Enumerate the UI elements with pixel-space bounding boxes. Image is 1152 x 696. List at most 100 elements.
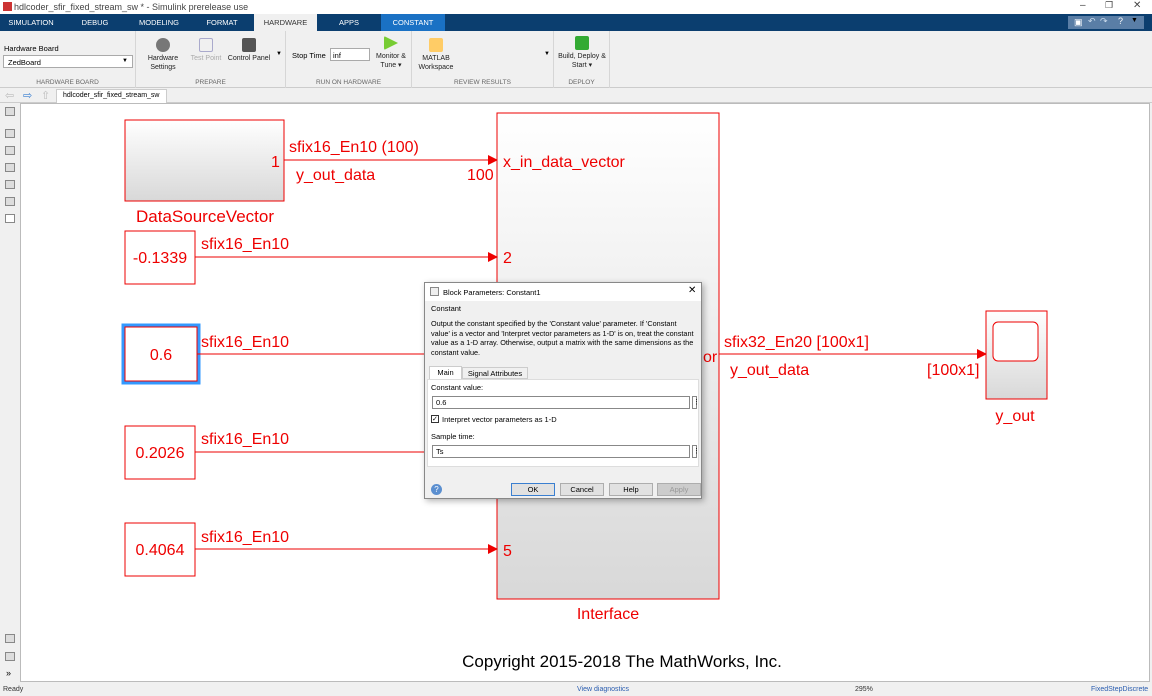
annotation-icon[interactable] (5, 180, 15, 189)
minimize-icon[interactable]: – (1080, 0, 1086, 11)
matlab-workspace-button[interactable]: MATLAB Workspace (416, 38, 456, 72)
workspace-icon (429, 38, 443, 52)
forward-icon[interactable]: ⇨ (23, 89, 32, 102)
block-name: Interface (577, 606, 639, 623)
block-name: DataSourceVector (136, 207, 274, 226)
view-diagnostics-link[interactable]: View diagnostics (577, 686, 629, 693)
hardware-board-value: ZedBoard (8, 58, 41, 67)
ok-button[interactable]: OK (511, 483, 555, 496)
gear-icon (156, 38, 170, 52)
expand-icon[interactable]: » (6, 668, 11, 678)
undo-icon[interactable]: ↶ (1088, 16, 1096, 27)
close-icon[interactable]: ✕ (1133, 0, 1141, 11)
solver-link[interactable]: FixedStepDiscrete (1091, 686, 1148, 693)
more-options-icon[interactable]: ⋮ (692, 396, 700, 409)
help-icon[interactable]: ? (431, 484, 442, 495)
chevron-down-icon[interactable]: ▼ (1131, 17, 1138, 24)
test-point-icon (199, 38, 213, 52)
screenshot-icon[interactable] (5, 634, 15, 643)
build-deploy-button[interactable]: Build, Deploy & Start ▾ (556, 36, 608, 70)
breadcrumb[interactable]: hdlcoder_sfir_fixed_stream_sw (56, 89, 167, 103)
tab-constant[interactable]: CONSTANT (381, 14, 445, 31)
dimension-label: 100 (467, 167, 494, 184)
chevron-down-icon[interactable]: ▼ (544, 51, 550, 57)
redo-icon[interactable]: ↷ (1100, 16, 1108, 27)
tab-modeling[interactable]: MODELING (128, 14, 190, 31)
chevron-down-icon[interactable]: ▼ (276, 51, 282, 57)
hide-icon[interactable] (5, 107, 15, 116)
help-button[interactable]: Help (609, 483, 653, 496)
control-panel-icon (242, 38, 256, 52)
signal-type-label: sfix16_En10 (201, 529, 289, 546)
tab-main[interactable]: Main (429, 366, 462, 379)
more-options-icon[interactable]: ⋮ (692, 445, 700, 458)
section-title: HARDWARE BOARD (36, 79, 99, 86)
control-panel-button[interactable]: Control Panel (226, 38, 272, 63)
constant-value-input[interactable]: 0.6 (432, 396, 690, 409)
hardware-settings-button[interactable]: Hardware Settings (140, 38, 186, 72)
tab-hardware[interactable]: HARDWARE (254, 14, 317, 31)
block-icon (430, 287, 439, 296)
button-label: Hardware Settings (147, 55, 179, 71)
back-icon[interactable]: ⇦ (5, 89, 14, 102)
constant-value: 0.6 (150, 347, 172, 364)
window-title: hdlcoder_sfir_fixed_stream_sw * - Simuli… (14, 2, 249, 12)
tab-panel: Constant value: 0.6 ⋮ ✓ Interpret vector… (427, 379, 700, 467)
zoom-icon[interactable] (5, 129, 15, 138)
restore-icon[interactable]: ❐ (1105, 0, 1113, 11)
cancel-button[interactable]: Cancel (560, 483, 604, 496)
signal-type-label: sfix16_En10 (201, 334, 289, 351)
dialog-title: Block Parameters: Constant1 (443, 288, 541, 297)
port-label: or (703, 349, 718, 366)
signal-name-label: y_out_data (296, 167, 375, 184)
stop-time-input[interactable]: inf (330, 48, 370, 61)
up-icon[interactable]: ⇧ (41, 89, 50, 102)
close-icon[interactable]: ✕ (688, 285, 696, 296)
section-hardware-board: Hardware Board ZedBoard ▼ HARDWARE BOARD (0, 31, 136, 88)
zoom-level: 295% (855, 686, 873, 693)
property-inspector-icon[interactable] (5, 652, 15, 661)
tab-debug[interactable]: DEBUG (62, 14, 128, 31)
title-bar: hdlcoder_sfir_fixed_stream_sw * - Simuli… (0, 0, 1152, 14)
save-icon[interactable]: ▣ (1074, 17, 1083, 28)
play-icon (384, 36, 398, 50)
sample-time-input[interactable]: Ts (432, 445, 690, 458)
interpret-1d-checkbox[interactable]: ✓ (431, 415, 439, 423)
sample-time-label: Sample time: (431, 432, 475, 441)
tab-apps[interactable]: APPS (317, 14, 381, 31)
apply-button: Apply (657, 483, 701, 496)
arrow-icon[interactable] (5, 163, 15, 172)
block-name: y_out (995, 408, 1035, 425)
constant-value-label: Constant value: (431, 383, 484, 392)
section-deploy: Build, Deploy & Start ▾ DEPLOY (554, 31, 610, 88)
section-review-results: MATLAB Workspace ▼ REVIEW RESULTS (412, 31, 554, 88)
help-icon[interactable]: ? (1118, 16, 1123, 26)
image-icon[interactable] (5, 197, 15, 206)
section-run-on-hardware: Stop Time inf Monitor & Tune ▾ RUN ON HA… (286, 31, 412, 88)
section-title: DEPLOY (568, 79, 595, 86)
monitor-tune-button[interactable]: Monitor & Tune ▾ (372, 36, 410, 70)
copyright-annotation: Copyright 2015-2018 The MathWorks, Inc. (462, 652, 782, 671)
simulink-icon (3, 2, 12, 11)
button-label: Control Panel (227, 55, 271, 62)
status-bar: Ready View diagnostics 295% FixedStepDis… (0, 684, 1152, 696)
toolstrip: Hardware Board ZedBoard ▼ HARDWARE BOARD … (0, 31, 1152, 88)
port-label: x_in_data_vector (503, 154, 626, 171)
constant-value: -0.1339 (133, 250, 187, 267)
dimension-label: [100x1] (927, 362, 979, 379)
tab-simulation[interactable]: SIMULATION (0, 14, 62, 31)
interpret-1d-label: Interpret vector parameters as 1-D (442, 415, 557, 424)
scope-screen (992, 321, 1039, 362)
fit-view-icon[interactable] (5, 146, 15, 155)
button-label: Test Point (190, 55, 222, 62)
area-icon[interactable] (5, 214, 15, 223)
ribbon-tabs: SIMULATION DEBUG MODELING FORMAT HARDWAR… (0, 14, 1152, 31)
datasourcevector-block[interactable] (124, 119, 285, 202)
palette-toolbar: » (0, 103, 20, 682)
tab-signal-attributes[interactable]: Signal Attributes (462, 367, 528, 379)
section-title: PREPARE (195, 79, 226, 86)
constant-value: 0.4064 (136, 542, 185, 559)
hardware-board-dropdown[interactable]: ZedBoard ▼ (3, 55, 133, 68)
tab-format[interactable]: FORMAT (190, 14, 254, 31)
status-text: Ready (3, 686, 24, 693)
